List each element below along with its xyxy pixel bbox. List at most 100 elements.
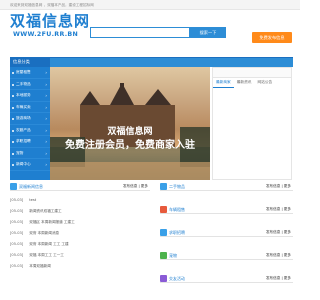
item-date: [05-03] bbox=[10, 264, 24, 268]
info-tabs-panel: 最新商家 最新资讯 网站公告 bbox=[212, 67, 292, 180]
section-header: 二手物品 发布信息 | 更多 bbox=[160, 182, 293, 191]
sidebar-item-label: 农副产品 bbox=[16, 127, 31, 132]
sidebar-item[interactable]: 农副产品 › bbox=[10, 125, 50, 136]
section-more-link[interactable]: 发布信息 | 更多 bbox=[266, 182, 291, 191]
search-button[interactable]: 搜索一下 bbox=[190, 27, 226, 38]
section-more-link[interactable]: 发布信息 | 更多 bbox=[266, 228, 291, 237]
search-input[interactable] bbox=[90, 27, 190, 38]
car-icon bbox=[160, 206, 167, 213]
bullet-icon bbox=[12, 164, 14, 166]
section-title[interactable]: 车辆租售 bbox=[169, 205, 185, 214]
section-header: 交友活动 发布信息 | 更多 bbox=[160, 274, 293, 283]
site-logo[interactable]: 双福信息网 WWW.2FU.RR.BN bbox=[10, 12, 89, 44]
news-section: 双福新闻信息 发布信息 | 更多 [05-03] test [05-03] 新闻资讯… bbox=[10, 182, 150, 297]
chevron-right-icon: › bbox=[45, 70, 47, 75]
category-section: 交友活动 发布信息 | 更多 bbox=[160, 274, 293, 297]
category-section: 二手物品 发布信息 | 更多 bbox=[160, 182, 293, 205]
bullet-icon bbox=[12, 152, 14, 155]
section-more-link[interactable]: 发布信息 | 更多 bbox=[266, 205, 291, 214]
bullet-icon bbox=[12, 83, 14, 86]
bullet-icon bbox=[12, 95, 14, 97]
section-header: 车辆租售 发布信息 | 更多 bbox=[160, 205, 293, 214]
list-item[interactable]: [05-03] 双福 本周工工 工一工 bbox=[10, 250, 150, 260]
section-title[interactable]: 二手物品 bbox=[169, 182, 185, 191]
news-icon bbox=[10, 183, 17, 190]
bullet-icon bbox=[12, 141, 14, 143]
list-item[interactable]: [05-03] 本周双福新闻 bbox=[10, 261, 150, 271]
section-more-link[interactable]: 发布信息 | 更多 bbox=[266, 251, 291, 260]
sidebar-item-label: 房屋租售 bbox=[16, 70, 31, 74]
chevron-right-icon: › bbox=[45, 139, 47, 144]
item-title: 双福区 本周新闻报道 工建工 bbox=[29, 220, 75, 224]
banner-subtitle: 免费注册会员，免费商家入驻 bbox=[65, 140, 195, 151]
item-date: [05-03] bbox=[10, 198, 24, 202]
sidebar-item-label: 求职招聘 bbox=[16, 139, 31, 143]
paw-icon bbox=[160, 252, 167, 259]
item-title: 新闻资讯双福工建工 bbox=[29, 209, 62, 213]
item-date: [05-03] bbox=[10, 220, 24, 224]
section-title[interactable]: 求职招聘 bbox=[169, 228, 185, 237]
sidebar-heading: 信息分类 bbox=[10, 57, 50, 67]
category-section: 求职招聘 发布信息 | 更多 bbox=[160, 228, 293, 251]
list-item[interactable]: [05-03] 双府 本周新闻 工工 工建 bbox=[10, 239, 150, 249]
castle-image bbox=[50, 83, 210, 180]
category-section: 车辆租售 发布信息 | 更多 bbox=[160, 205, 293, 228]
sidebar-item-label: 车辆买卖 bbox=[16, 104, 31, 109]
section-header: 宠物 发布信息 | 更多 bbox=[160, 251, 293, 260]
sidebar-item-label: 本地服务 bbox=[16, 93, 31, 97]
item-date: [05-03] bbox=[10, 209, 24, 213]
section-title[interactable]: 交友活动 bbox=[169, 274, 185, 283]
list-item[interactable]: [05-03] test bbox=[10, 195, 150, 205]
item-date: [05-03] bbox=[10, 242, 24, 246]
section-header: 双福新闻信息 发布信息 | 更多 bbox=[10, 182, 150, 191]
sidebar-item[interactable]: 房屋租售 › bbox=[10, 67, 50, 79]
sidebar-item[interactable]: 本地服务 › bbox=[10, 90, 50, 102]
chevron-right-icon: › bbox=[45, 116, 47, 121]
sidebar-item[interactable]: 宠物 › bbox=[10, 148, 50, 159]
item-date: [05-03] bbox=[10, 253, 24, 257]
chevron-right-icon: › bbox=[45, 81, 47, 87]
chevron-right-icon: › bbox=[45, 104, 47, 110]
sidebar-item[interactable]: 求职招聘 › bbox=[10, 136, 50, 148]
sidebar-item[interactable]: 旅游商场 › bbox=[10, 113, 50, 125]
tab-latest-shops[interactable]: 最新商家 bbox=[213, 77, 234, 88]
tab-announcements[interactable]: 网站公告 bbox=[255, 77, 276, 87]
logo-title: 双福信息网 bbox=[10, 12, 91, 30]
item-title: test bbox=[29, 198, 37, 202]
box-icon bbox=[160, 183, 167, 190]
tab-latest-news[interactable]: 最新资讯 bbox=[234, 77, 255, 87]
sidebar-item[interactable]: 车辆买卖 › bbox=[10, 102, 50, 113]
sidebar-item-label: 宠物 bbox=[16, 150, 24, 155]
list-item[interactable]: [05-03] 双府 本周新闻消息 bbox=[10, 228, 150, 238]
bullet-icon bbox=[12, 72, 14, 74]
sidebar-item[interactable]: 二手物品 › bbox=[10, 79, 50, 90]
chevron-right-icon: › bbox=[45, 93, 47, 98]
item-title: 本周双福新闻 bbox=[29, 264, 51, 268]
sidebar-item[interactable]: 新闻中心 › bbox=[10, 159, 50, 171]
banner-title: 双福信息网 bbox=[107, 127, 153, 137]
section-more-link[interactable]: 发布信息 | 更多 bbox=[266, 274, 291, 283]
panel-tabs: 最新商家 最新资讯 网站公告 bbox=[213, 68, 291, 88]
section-title[interactable]: 宠物 bbox=[169, 251, 177, 260]
section-header: 求职招聘 发布信息 | 更多 bbox=[160, 228, 293, 237]
item-title: 双府 本周新闻消息 bbox=[29, 231, 60, 235]
section-title[interactable]: 双福新闻信息 bbox=[19, 182, 43, 191]
main-nav: 首页中考考试双福医院招聘双福学校教育双福二手房本地新闻商家信息 bbox=[50, 57, 293, 77]
item-title: 双府 本周新闻 工工 工建 bbox=[29, 242, 69, 246]
chevron-right-icon: › bbox=[45, 162, 47, 167]
hero-banner[interactable]: 双福信息网 免费注册会员，免费商家入驻 bbox=[50, 67, 210, 180]
category-sidebar: 房屋租售 › 二手物品 › 本地服务 › 车辆买卖 › 旅游商场 › 农副产品 › 求职招聘… bbox=[10, 67, 50, 180]
bullet-icon bbox=[12, 118, 14, 120]
post-info-button[interactable]: 免费发布信息 bbox=[252, 32, 292, 43]
section-more-link[interactable]: 发布信息 | 更多 bbox=[123, 182, 148, 191]
list-item[interactable]: [05-03] 新闻资讯双福工建工 bbox=[10, 206, 150, 216]
bullet-icon bbox=[12, 129, 14, 132]
item-title: 双福 本周工工 工一工 bbox=[29, 253, 64, 257]
sidebar-item-label: 新闻中心 bbox=[16, 162, 31, 166]
logo-url: WWW.2FU.RR.BN bbox=[13, 31, 79, 38]
briefcase-icon bbox=[160, 229, 167, 236]
bullet-icon bbox=[12, 106, 14, 109]
list-item[interactable]: [05-03] 双福区 本周新闻报道 工建工 bbox=[10, 217, 150, 227]
chevron-right-icon: › bbox=[45, 150, 47, 156]
search-tabs: 信息商家新闻找工作 bbox=[90, 18, 156, 35]
